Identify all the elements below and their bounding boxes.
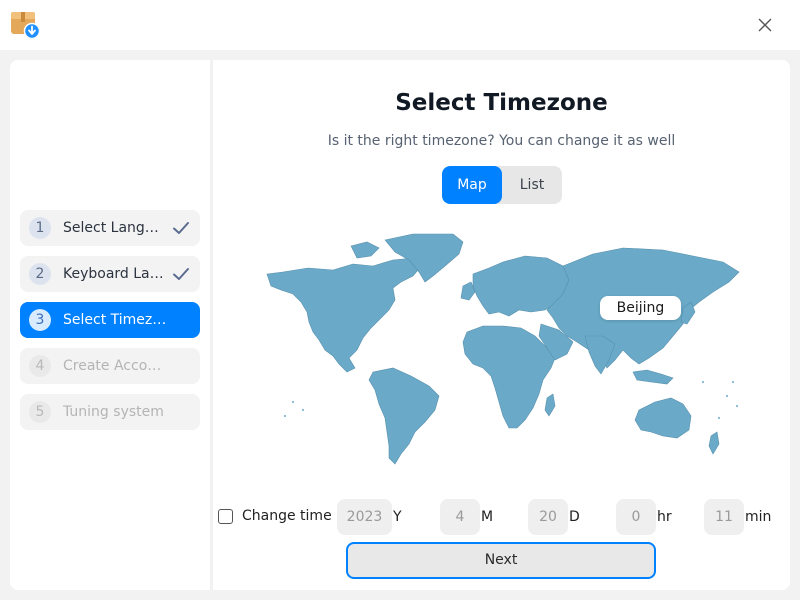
arctic-islands	[350, 241, 380, 259]
step-select-language[interactable]: 1 Select Lang…	[20, 210, 200, 246]
page-title: Select Timezone	[395, 90, 608, 116]
minute-value: 11	[715, 509, 733, 525]
step-number: 5	[29, 401, 51, 423]
next-button[interactable]: Next	[346, 542, 656, 579]
day-unit: D	[569, 509, 580, 525]
year-field[interactable]: 2023	[337, 499, 392, 535]
step-keyboard-layout[interactable]: 2 Keyboard La…	[20, 256, 200, 292]
main-panel: Select Timezone Is it the right timezone…	[213, 60, 790, 590]
step-number: 4	[29, 355, 51, 377]
world-map[interactable]	[263, 232, 741, 468]
tab-list[interactable]: List	[502, 166, 562, 204]
minute-unit: min	[745, 509, 772, 525]
checkmark-icon	[173, 268, 189, 280]
tab-map[interactable]: Map	[442, 166, 502, 204]
indian-subcontinent	[584, 335, 616, 375]
change-time-label: Change time	[242, 508, 332, 524]
step-tuning-system: 5 Tuning system	[20, 394, 200, 430]
title-bar	[0, 0, 800, 50]
year-unit: Y	[393, 509, 402, 525]
steps-sidebar: 1 Select Lang… 2 Keyboard La… 3 Select T…	[10, 60, 210, 590]
month-field[interactable]: 4	[440, 499, 480, 535]
step-create-account: 4 Create Acco…	[20, 348, 200, 384]
close-button[interactable]	[750, 10, 780, 40]
southeast-asia-islands	[632, 369, 674, 385]
close-icon	[758, 18, 772, 32]
madagascar	[544, 393, 556, 417]
step-label: Tuning system	[63, 404, 164, 420]
change-time-checkbox[interactable]	[218, 509, 233, 524]
month-unit: M	[481, 509, 494, 525]
step-number: 3	[29, 309, 51, 331]
step-label: Create Acco…	[63, 358, 162, 374]
day-value: 20	[539, 509, 557, 525]
step-number: 2	[29, 263, 51, 285]
hour-field[interactable]: 0	[616, 499, 656, 535]
selected-city-label: Beijing	[600, 296, 681, 320]
continent-africa	[462, 325, 556, 429]
checkmark-icon	[173, 222, 189, 234]
hour-value: 0	[631, 509, 641, 525]
view-switcher: Map List	[442, 166, 562, 204]
step-number: 1	[29, 217, 51, 239]
month-value: 4	[455, 509, 465, 525]
step-label: Select Timez…	[63, 312, 167, 328]
step-label: Keyboard La…	[63, 266, 164, 282]
day-field[interactable]: 20	[528, 499, 568, 535]
continent-australia	[634, 397, 692, 439]
page-subtitle: Is it the right timezone? You can change…	[327, 133, 676, 149]
step-label: Select Lang…	[63, 220, 159, 236]
step-select-timezone[interactable]: 3 Select Timez…	[20, 302, 200, 338]
change-time-row: Change time 2023 Y 4 M 20 D 0 hr 11 min	[213, 498, 790, 536]
continent-south-america	[368, 367, 440, 465]
continent-north-america	[266, 257, 424, 373]
new-zealand	[708, 431, 720, 455]
minute-field[interactable]: 11	[704, 499, 744, 535]
hour-unit: hr	[657, 509, 672, 525]
package-install-icon	[11, 12, 40, 39]
year-value: 2023	[346, 509, 383, 525]
